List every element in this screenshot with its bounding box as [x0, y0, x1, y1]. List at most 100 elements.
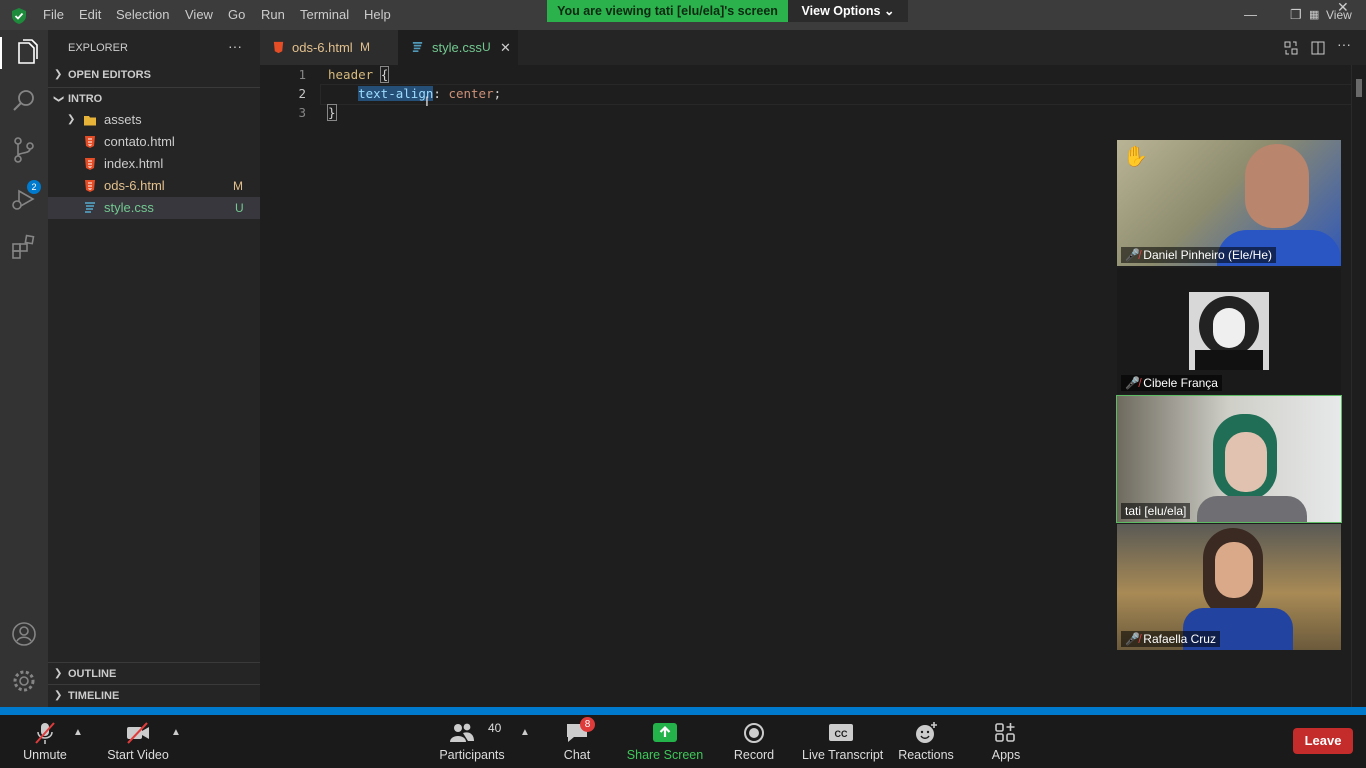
live-transcript-button[interactable]: CC Live Transcript: [802, 715, 884, 768]
participant-name-tag: 🎤̸ Rafaella Cruz: [1121, 631, 1220, 647]
view-options-label: View Options: [801, 4, 881, 18]
explorer-sidebar: EXPLORER ··· ❯ OPEN EDITORS ❯ INTRO ❯ as…: [48, 30, 260, 707]
tree-item-label: contato.html: [104, 134, 175, 149]
tree-item-label: ods-6.html: [104, 178, 165, 193]
participant-avatar-photo: [1189, 292, 1269, 370]
tab-status: M: [360, 40, 370, 54]
view-grid-icon[interactable]: ▦: [1309, 0, 1319, 30]
menu-help[interactable]: Help: [364, 0, 391, 30]
code-line-3: }: [327, 104, 337, 121]
scrollbar-thumb[interactable]: [1356, 79, 1362, 97]
html5-icon: [85, 158, 95, 170]
close-tab-icon[interactable]: ✕: [500, 30, 511, 65]
timeline-section[interactable]: ❯ TIMELINE: [48, 684, 260, 707]
muted-microphone-icon: [35, 722, 55, 744]
css3-icon: [412, 42, 423, 53]
chevron-right-icon: ❯: [54, 668, 63, 679]
menu-file[interactable]: File: [43, 0, 64, 30]
reactions-button[interactable]: Reactions: [898, 715, 954, 768]
participants-count: 40: [488, 721, 502, 735]
record-button[interactable]: Record: [730, 715, 778, 768]
start-video-button[interactable]: Start Video: [102, 715, 174, 768]
outline-label: OUTLINE: [68, 668, 117, 680]
close-window-icon[interactable]: ✕: [1337, 0, 1349, 22]
start-video-label: Start Video: [107, 748, 169, 762]
share-screen-button[interactable]: Share Screen: [626, 715, 704, 768]
tab-ods-6-html[interactable]: ods-6.html M: [260, 30, 398, 65]
code-line-1: header {: [328, 66, 390, 83]
chevron-down-icon: ⌄: [883, 4, 895, 18]
screen-share-banner: You are viewing tati [elu/ela]'s screen: [547, 0, 788, 22]
menu-go[interactable]: Go: [228, 0, 245, 30]
git-status-badge: M: [233, 179, 243, 193]
record-label: Record: [733, 748, 775, 762]
search-activity[interactable]: [8, 85, 40, 117]
gear-icon: [13, 670, 35, 692]
line-number: 3: [298, 105, 306, 120]
source-control-activity[interactable]: [8, 134, 40, 166]
more-actions-icon[interactable]: ···: [228, 38, 242, 54]
participant-name-tag: 🎤̸ Cibele França: [1121, 375, 1222, 391]
tree-item-label: style.css: [104, 200, 154, 215]
participant-video-tile[interactable]: 🎤̸ Cibele França: [1117, 268, 1341, 394]
chevron-right-icon: ❯: [54, 69, 63, 80]
participant-video-tile-active[interactable]: tati [elu/ela]: [1116, 395, 1342, 523]
menu-terminal[interactable]: Terminal: [300, 0, 349, 30]
chevron-right-icon: ❯: [54, 690, 63, 701]
settings-activity[interactable]: [8, 665, 40, 697]
tree-item-contato[interactable]: contato.html: [48, 131, 260, 153]
leave-meeting-button[interactable]: Leave: [1293, 728, 1353, 754]
smiley-add-icon: [916, 722, 937, 743]
explorer-activity[interactable]: [0, 37, 48, 69]
tree-item-style-css[interactable]: style.css U: [48, 197, 260, 219]
run-debug-icon: [12, 189, 35, 210]
apps-button[interactable]: Apps: [986, 715, 1026, 768]
editor-tab-bar: ods-6.html M style.css U ✕ ···: [260, 30, 1366, 65]
open-editors-section[interactable]: ❯ OPEN EDITORS: [48, 64, 260, 86]
minimize-icon[interactable]: —: [1244, 0, 1257, 30]
participants-options-caret-icon[interactable]: ▲: [520, 727, 530, 738]
accounts-activity[interactable]: [8, 618, 40, 650]
participants-button[interactable]: 40 Participants: [436, 715, 508, 768]
tree-item-index[interactable]: index.html: [48, 153, 260, 175]
split-editor-icon[interactable]: [1310, 40, 1326, 56]
git-status-badge: U: [235, 201, 244, 215]
explorer-title: EXPLORER: [68, 42, 128, 54]
run-debug-activity[interactable]: [8, 183, 40, 215]
editor-scrollbar[interactable]: [1351, 65, 1366, 707]
tree-item-assets[interactable]: ❯ assets: [48, 109, 260, 131]
participant-video-tile[interactable]: ✋ 🎤̸ Daniel Pinheiro (Ele/He): [1117, 140, 1341, 266]
apps-icon: [995, 723, 1015, 742]
view-options-button[interactable]: View Options ⌄: [788, 0, 908, 22]
open-editors-label: OPEN EDITORS: [68, 69, 151, 81]
menu-run[interactable]: Run: [261, 0, 285, 30]
outline-section[interactable]: ❯ OUTLINE: [48, 662, 260, 685]
video-options-caret-icon[interactable]: ▲: [171, 727, 181, 738]
title-bar: File Edit Selection View Go Run Terminal…: [0, 0, 1366, 30]
folder-section-intro[interactable]: ❯ INTRO: [48, 87, 260, 110]
menu-selection[interactable]: Selection: [116, 0, 169, 30]
muted-microphone-icon: 🎤̸: [1125, 632, 1144, 646]
compare-changes-icon[interactable]: [1283, 40, 1299, 56]
editor-more-actions-icon[interactable]: ···: [1337, 36, 1351, 52]
participant-video-tile[interactable]: 🎤̸ Rafaella Cruz: [1117, 524, 1341, 650]
audio-options-caret-icon[interactable]: ▲: [73, 727, 83, 738]
muted-microphone-icon: 🎤̸: [1125, 248, 1144, 262]
restore-icon[interactable]: ❐: [1290, 0, 1302, 30]
css3-icon: [85, 202, 95, 213]
tab-label: ods-6.html: [292, 40, 353, 55]
menu-edit[interactable]: Edit: [79, 0, 101, 30]
tree-item-ods-6[interactable]: ods-6.html M: [48, 175, 260, 197]
video-off-icon: [127, 722, 149, 744]
status-bar: [0, 707, 1366, 715]
tab-style-css[interactable]: style.css U ✕: [398, 30, 518, 65]
extensions-activity[interactable]: [8, 231, 40, 263]
text-cursor-icon: I: [425, 93, 429, 109]
menu-view[interactable]: View: [185, 0, 213, 30]
apps-label: Apps: [991, 748, 1021, 762]
live-transcript-label: Live Transcript: [802, 748, 884, 762]
chat-button[interactable]: 8 Chat: [556, 715, 598, 768]
share-screen-icon: [653, 723, 677, 742]
unmute-label: Unmute: [23, 748, 67, 762]
unmute-button[interactable]: Unmute: [12, 715, 78, 768]
